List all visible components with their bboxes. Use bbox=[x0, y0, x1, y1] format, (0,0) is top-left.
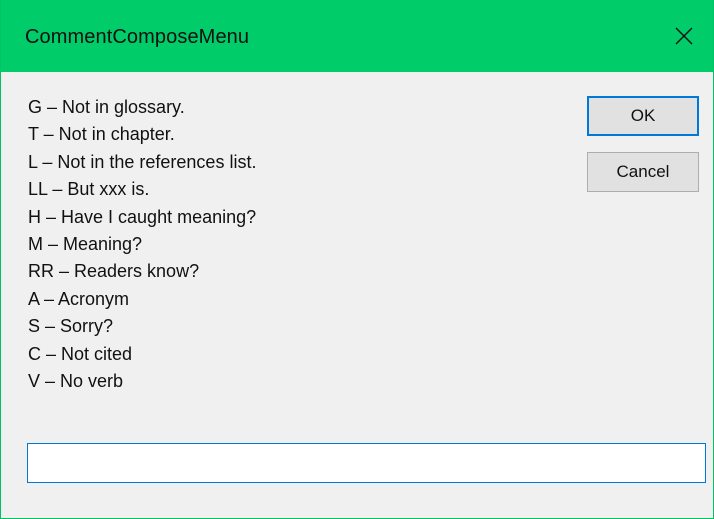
title-bar[interactable]: CommentComposeMenu bbox=[1, 0, 713, 72]
shortcut-item-v: V – No verb bbox=[28, 370, 124, 391]
comment-code-input[interactable] bbox=[27, 443, 706, 483]
shortcut-item-c: C – Not cited bbox=[28, 343, 133, 364]
shortcut-item-g: G – Not in glossary. bbox=[28, 97, 185, 117]
shortcut-item-rr: RR – Readers know? bbox=[28, 261, 200, 282]
shortcut-item-h: H – Have I caught meaning? bbox=[28, 206, 257, 227]
shortcut-item-s: S – Sorry? bbox=[28, 316, 114, 337]
close-icon bbox=[675, 27, 693, 45]
close-button[interactable] bbox=[655, 0, 713, 72]
shortcut-list: G – Not in glossary. T – Not in chapter.… bbox=[28, 94, 256, 395]
shortcut-item-l: L – Not in the references list. bbox=[28, 151, 257, 172]
shortcut-item-a: A – Acronym bbox=[28, 288, 130, 309]
shortcut-item-t: T – Not in chapter. bbox=[28, 124, 175, 145]
shortcut-item-ll: LL – But xxx is. bbox=[28, 179, 150, 200]
shortcut-item-m: M – Meaning? bbox=[28, 233, 143, 254]
cancel-button[interactable]: Cancel bbox=[587, 152, 699, 192]
window-title: CommentComposeMenu bbox=[25, 26, 250, 48]
ok-button[interactable]: OK bbox=[587, 96, 699, 136]
dialog-window: CommentComposeMenu G – Not in glossary. … bbox=[0, 0, 714, 519]
